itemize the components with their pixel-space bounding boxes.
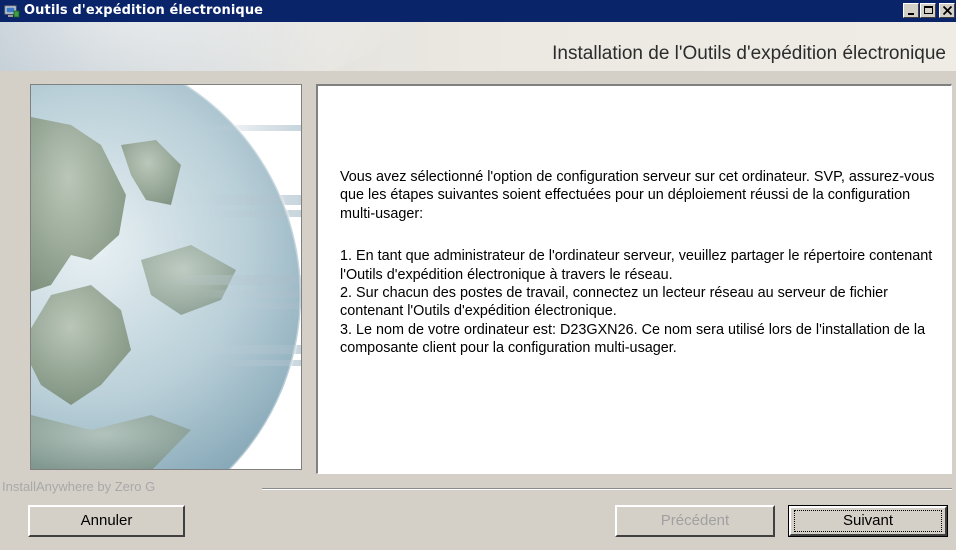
next-button[interactable]: Suivant [788,505,948,537]
minimize-icon [908,13,914,15]
installer-window: Outils d'expédition électronique Install… [0,0,956,550]
header-title: Installation de l'Outils d'expédition él… [552,43,946,64]
close-icon [943,6,952,15]
window-title: Outils d'expédition électronique [24,3,264,18]
close-button[interactable] [939,3,955,18]
footer-divider [262,488,952,490]
cancel-button[interactable]: Annuler [28,505,185,537]
previous-button[interactable]: Précédent [615,505,775,537]
globe-illustration [31,85,301,469]
step-1-paragraph: 1. En tant que administrateur de l'ordin… [340,248,933,283]
title-bar[interactable]: Outils d'expédition électronique [0,0,956,22]
installer-brand-label: InstallAnywhere by Zero G [2,479,156,494]
instructions-text: Vous avez sélectionné l'option de config… [340,168,940,358]
header-band: Installation de l'Outils d'expédition él… [0,22,956,71]
next-button-label: Suivant [842,512,894,529]
application-icon [4,5,20,18]
intro-paragraph: Vous avez sélectionné l'option de config… [340,169,935,222]
maximize-icon [924,6,933,14]
globe-image-panel [30,84,302,470]
minimize-button[interactable] [903,3,919,18]
step-3-paragraph: 3. Le nom de votre ordinateur est: D23GX… [340,321,926,357]
header-decoration [0,22,420,71]
step-2-paragraph: 2. Sur chacun des postes de travail, con… [340,285,888,320]
content-panel[interactable]: Vous avez sélectionné l'option de config… [316,84,952,474]
maximize-button[interactable] [920,3,936,18]
